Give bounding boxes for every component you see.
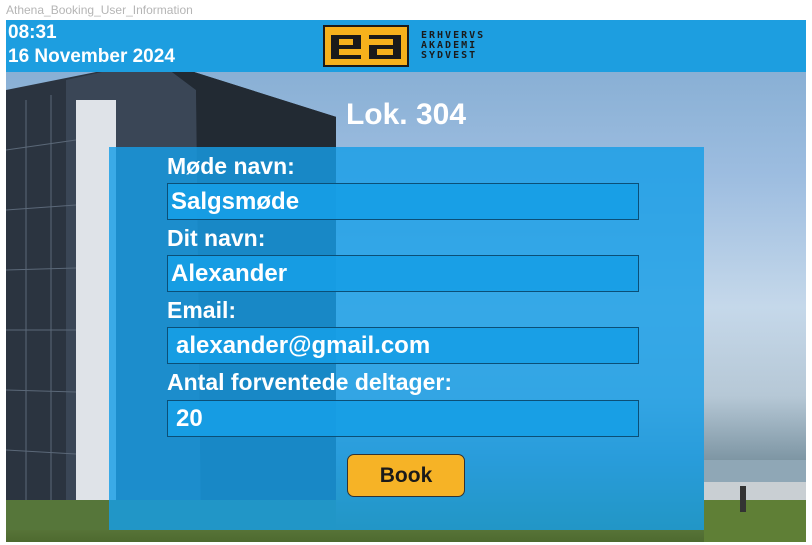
email-field[interactable]: alexander@gmail.com — [167, 327, 639, 364]
attendees-label: Antal forventede deltager: — [167, 369, 452, 395]
logo-text: ERHVERVS AKADEMI SYDVEST — [421, 30, 486, 61]
background-shore — [704, 460, 806, 542]
logo: ERHVERVS AKADEMI SYDVEST — [323, 25, 485, 67]
header-bar: 08:31 16 November 2024 ERHVERVS AKADEMI … — [6, 20, 806, 72]
meeting-name-field[interactable]: Salgsmøde — [167, 183, 639, 220]
book-button[interactable]: Book — [347, 454, 465, 497]
current-time: 08:31 — [8, 22, 57, 43]
booking-screen: 08:31 16 November 2024 ERHVERVS AKADEMI … — [6, 20, 806, 542]
frame-title: Athena_Booking_User_Information — [6, 3, 193, 17]
booking-form: Møde navn: Salgsmøde Dit navn: Alexander… — [109, 147, 704, 530]
your-name-field[interactable]: Alexander — [167, 255, 639, 292]
email-label: Email: — [167, 297, 237, 323]
meeting-name-label: Møde navn: — [167, 153, 295, 179]
room-title: Lok. 304 — [345, 98, 467, 131]
attendees-field[interactable]: 20 — [167, 400, 639, 437]
your-name-label: Dit navn: — [167, 225, 266, 251]
logo-mark-icon — [323, 25, 409, 67]
current-date: 16 November 2024 — [8, 46, 175, 67]
